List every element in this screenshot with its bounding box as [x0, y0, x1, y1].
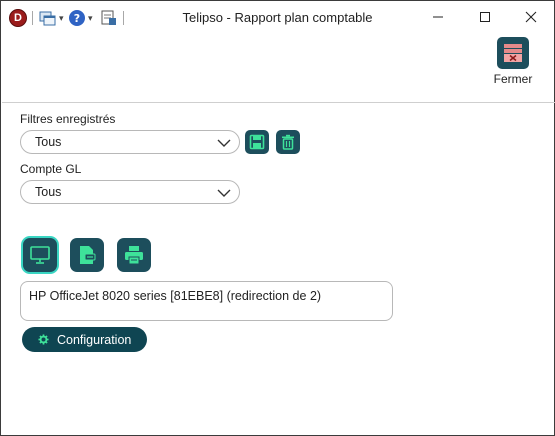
- output-screen-button[interactable]: [23, 238, 57, 272]
- chevron-down-icon: [217, 139, 231, 147]
- save-filter-button[interactable]: [245, 130, 269, 154]
- close-icon: [525, 11, 537, 23]
- minimize-button[interactable]: [415, 1, 461, 33]
- account-gl-select[interactable]: Tous: [20, 180, 240, 204]
- gear-icon: [38, 334, 49, 345]
- delete-filter-button[interactable]: [276, 130, 300, 154]
- saved-filters-select[interactable]: Tous: [20, 130, 240, 154]
- printer-field[interactable]: HP OfficeJet 8020 series [81EBE8] (redir…: [20, 281, 393, 321]
- output-pdf-button[interactable]: [70, 238, 104, 272]
- report-window: D ▾ ? ▾ Telipso - Rapport plan comptable: [0, 0, 555, 436]
- title-bar: D ▾ ? ▾ Telipso - Rapport plan comptable: [1, 1, 554, 35]
- screen-icon: [30, 246, 50, 264]
- printer-value: HP OfficeJet 8020 series [81EBE8] (redir…: [29, 289, 322, 303]
- close-button[interactable]: [508, 1, 554, 33]
- configuration-label: Configuration: [57, 332, 132, 347]
- account-gl-value: Tous: [35, 185, 62, 199]
- configuration-button[interactable]: Configuration: [22, 327, 147, 352]
- pdf-export-icon: [80, 246, 96, 264]
- saved-filters-label: Filtres enregistrés: [20, 112, 116, 126]
- fermer-label: Fermer: [493, 72, 533, 86]
- fermer-button[interactable]: Fermer: [490, 37, 536, 89]
- printer-icon: [125, 246, 143, 265]
- minimize-icon: [433, 16, 443, 18]
- maximize-icon: [480, 12, 490, 22]
- saved-filters-value: Tous: [35, 135, 62, 149]
- output-print-button[interactable]: [117, 238, 151, 272]
- ribbon-divider: [2, 102, 555, 103]
- maximize-button[interactable]: [462, 1, 508, 33]
- chevron-down-icon: [217, 189, 231, 197]
- account-gl-label: Compte GL: [20, 162, 82, 176]
- trash-icon: [282, 134, 294, 150]
- save-icon: [249, 134, 265, 150]
- close-report-icon: [497, 37, 529, 69]
